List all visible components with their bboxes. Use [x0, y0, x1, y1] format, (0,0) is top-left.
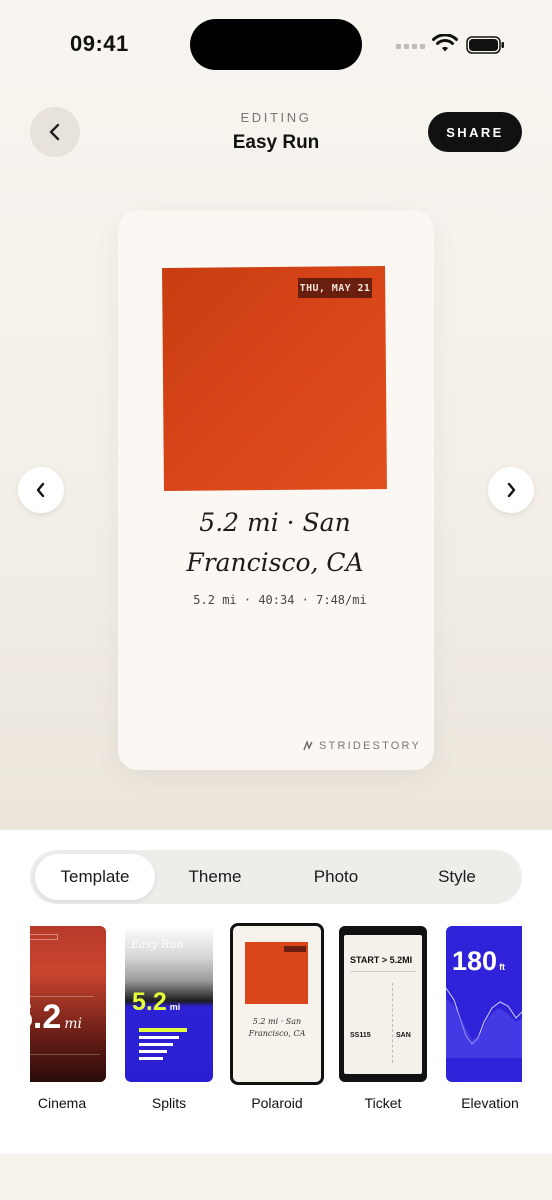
template-label-elevation: Elevation — [461, 1095, 519, 1111]
next-template-button[interactable] — [488, 467, 534, 513]
tab-theme[interactable]: Theme — [155, 854, 275, 900]
preview-caption: 5.2 mi · San Francisco, CA — [186, 508, 364, 577]
template-label-ticket: Ticket — [364, 1095, 402, 1111]
template-thumb-elevation[interactable]: 180 ft — [446, 926, 522, 1082]
wifi-icon — [432, 34, 458, 52]
cinema-unit: mi — [64, 1016, 83, 1032]
cinema-value: 5.2 — [30, 998, 62, 1036]
template-label-splits: Splits — [151, 1095, 187, 1111]
chevron-right-icon — [507, 482, 516, 498]
template-carousel[interactable]: 5.2mi Cinema Easy Run 5.2mi Splits 5.2 m… — [30, 920, 522, 1120]
home-indicator-area — [0, 1154, 552, 1200]
tab-photo[interactable]: Photo — [276, 854, 396, 900]
preview-stats: 5.2 mi · 40:34 · 7:48/mi — [193, 593, 367, 607]
battery-icon — [466, 36, 504, 54]
template-thumb-cinema[interactable]: 5.2mi — [30, 926, 106, 1082]
splits-title: Easy Run — [131, 938, 184, 951]
dynamic-island — [190, 19, 362, 70]
tab-template[interactable]: Template — [35, 854, 155, 900]
template-label-polaroid: Polaroid — [251, 1095, 303, 1111]
share-button[interactable]: SHARE — [428, 112, 522, 152]
polaroid-thumb-caption: 5.2 mi · San Francisco, CA — [248, 1017, 306, 1038]
splits-value: 5.2 — [132, 988, 167, 1016]
template-label-cinema: Cinema — [37, 1095, 87, 1111]
stride-logo-icon — [303, 741, 313, 751]
status-time: 09:41 — [70, 31, 129, 56]
polaroid-photo[interactable] — [162, 266, 387, 491]
chevron-left-icon — [36, 482, 45, 498]
splits-unit: mi — [169, 1002, 181, 1012]
signal-icon — [396, 44, 425, 49]
elevation-unit: ft — [499, 962, 506, 972]
ticket-seat: SAN — [396, 1032, 411, 1039]
date-badge: THU, MAY 21 — [298, 278, 372, 298]
ticket-route: START > 5.2MI — [350, 955, 413, 965]
elevation-value: 180 — [452, 946, 498, 976]
template-thumb-polaroid[interactable]: 5.2 mi · San Francisco, CA — [230, 923, 324, 1085]
brand-watermark: STRIDESTORY — [303, 740, 421, 752]
template-thumb-ticket[interactable]: START > 5.2MI SS115 SAN — [339, 926, 427, 1082]
ticket-flight: SS115 — [350, 1032, 371, 1039]
tab-style[interactable]: Style — [397, 854, 517, 900]
previous-template-button[interactable] — [18, 467, 64, 513]
template-thumb-splits[interactable]: Easy Run 5.2 mi — [125, 926, 213, 1082]
brand-name: STRIDESTORY — [319, 740, 422, 752]
elevation-graph — [446, 987, 522, 1058]
